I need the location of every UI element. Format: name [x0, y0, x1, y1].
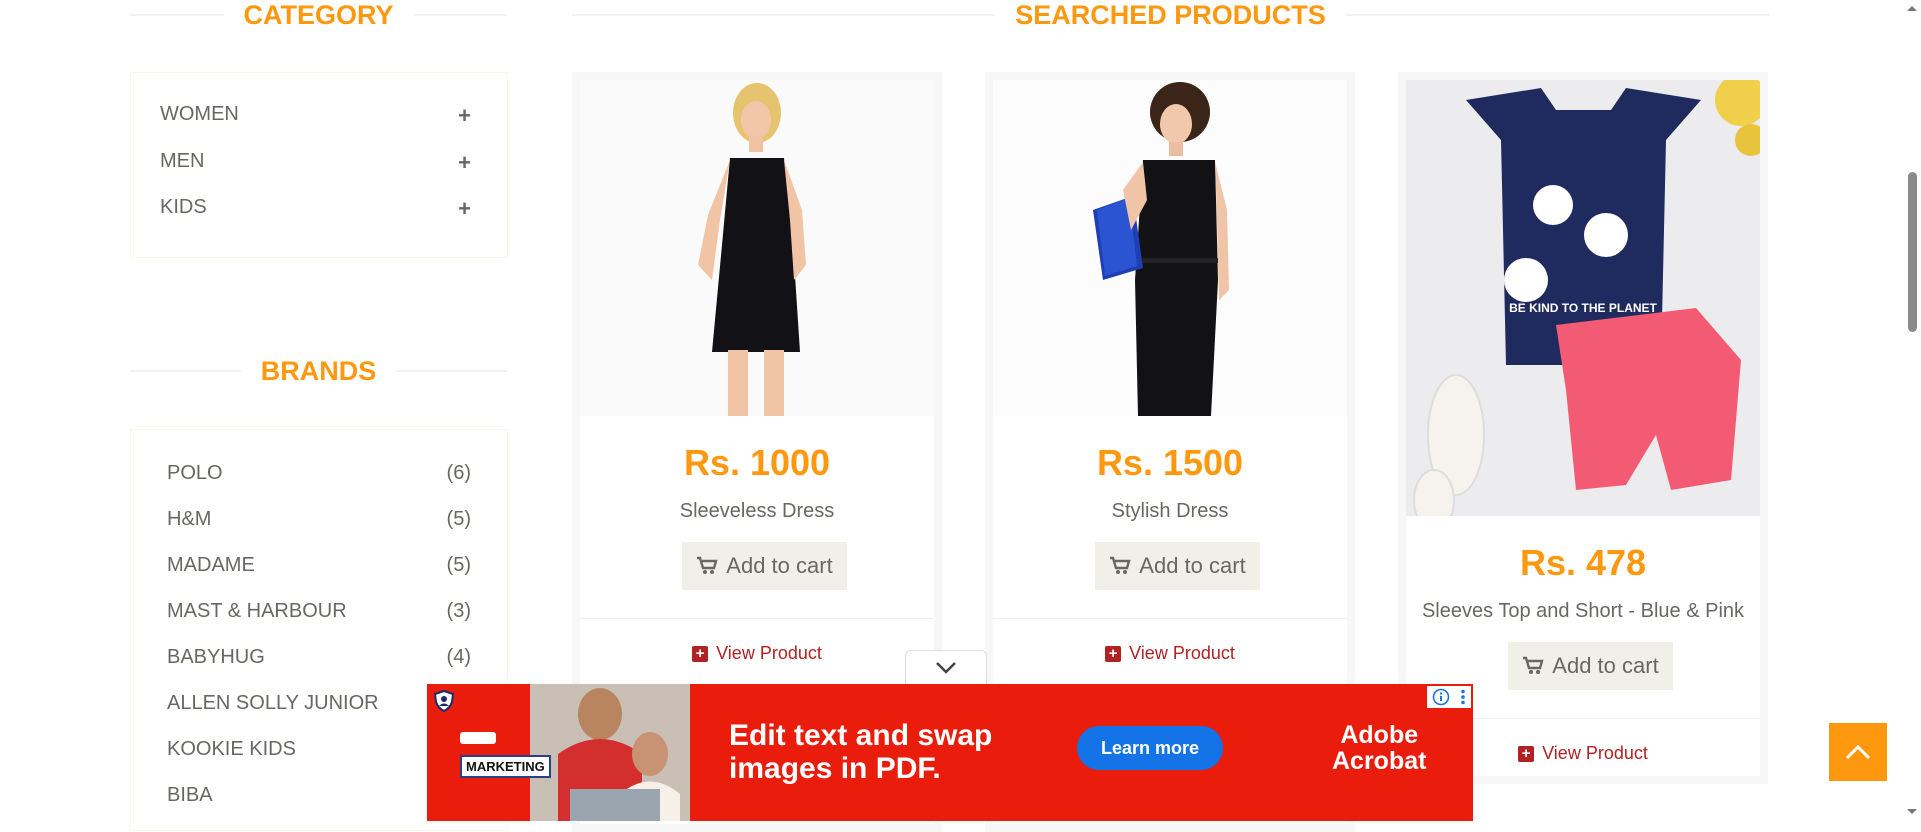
- ad-banner[interactable]: MARKETING Edit text and swap images in P…: [427, 684, 1473, 821]
- brand-item-polo[interactable]: POLO (6): [167, 462, 471, 485]
- category-item-men[interactable]: MEN +: [160, 150, 471, 176]
- plus-square-icon: +: [1105, 645, 1122, 662]
- ad-headline-line-1: Edit text and swap: [729, 719, 993, 752]
- plus-square-icon: +: [692, 645, 709, 662]
- ad-headline: Edit text and swap images in PDF.: [729, 719, 992, 785]
- learn-more-button[interactable]: Learn more: [1077, 726, 1223, 770]
- ad-tag-label: MARKETING: [460, 755, 551, 778]
- shirt-print-text: BE KIND TO THE PLANET: [1509, 301, 1657, 315]
- brand-name: POLO: [167, 462, 223, 484]
- brand-line-1: Adobe: [1340, 721, 1419, 749]
- product-card: BE KIND TO THE PLANET Rs. 478 Sleeves To…: [1398, 72, 1768, 784]
- brand-name: MADAME: [167, 554, 255, 576]
- cart-icon: [1523, 656, 1544, 674]
- brand-item-allen-solly-junior[interactable]: ALLEN SOLLY JUNIOR: [167, 692, 471, 715]
- category-item-women[interactable]: WOMEN +: [160, 103, 471, 129]
- brand-count: (5): [446, 554, 471, 576]
- brand-name: ALLEN SOLLY JUNIOR: [167, 692, 379, 714]
- brand-line-2: Acrobat: [1332, 747, 1427, 775]
- brand-name: BIBA: [167, 784, 213, 806]
- category-label: WOMEN: [160, 103, 239, 125]
- add-to-cart-label: Add to cart: [726, 553, 833, 578]
- product-image[interactable]: [580, 80, 934, 416]
- scroll-to-top-button[interactable]: [1829, 723, 1887, 781]
- brand-item-biba[interactable]: BIBA: [167, 784, 471, 807]
- brand-count: (4): [446, 646, 471, 668]
- ad-info-controls: [1427, 686, 1471, 708]
- ad-collapse-button[interactable]: [905, 650, 987, 684]
- product-name: Stylish Dress: [1111, 500, 1229, 522]
- plus-icon[interactable]: +: [458, 103, 471, 129]
- plus-icon[interactable]: +: [458, 196, 471, 222]
- brand-item-kookie-kids[interactable]: KOOKIE KIDS: [167, 738, 471, 761]
- category-panel: WOMEN + MEN + KIDS +: [130, 72, 508, 258]
- product-price: Rs. 1000: [683, 442, 831, 483]
- brand-count: (3): [446, 600, 471, 622]
- brand-item-babyhug[interactable]: BABYHUG (4): [167, 646, 471, 669]
- brands-heading: BRANDS: [130, 356, 508, 386]
- product-name: Sleeves Top and Short - Blue & Pink: [1421, 600, 1745, 622]
- view-product-label: View Product: [716, 643, 822, 663]
- product-price: Rs. 478: [1519, 542, 1647, 583]
- brand-item-mast-harbour[interactable]: MAST & HARBOUR (3): [167, 600, 471, 623]
- brand-item-hm[interactable]: H&M (5): [167, 508, 471, 531]
- chevron-down-icon: [936, 661, 956, 674]
- card-divider: [993, 618, 1347, 619]
- brand-count: (6): [446, 462, 471, 484]
- cart-icon: [697, 556, 718, 574]
- view-product-label: View Product: [1129, 643, 1235, 663]
- searched-products-heading: SEARCHED PRODUCTS: [572, 0, 1769, 30]
- scroll-up-arrow-icon[interactable]: [1903, 2, 1921, 14]
- brand-name: MAST & HARBOUR: [167, 600, 347, 622]
- add-to-cart-label: Add to cart: [1552, 653, 1659, 678]
- category-item-kids[interactable]: KIDS +: [160, 196, 471, 222]
- product-price: Rs. 1500: [1096, 442, 1244, 483]
- brand-count: (5): [446, 508, 471, 530]
- chevron-up-icon: [1845, 744, 1871, 760]
- category-label: MEN: [160, 150, 205, 172]
- product-image[interactable]: [993, 80, 1347, 416]
- scrollbar[interactable]: [1903, 0, 1921, 821]
- plus-icon[interactable]: +: [458, 150, 471, 176]
- scroll-down-arrow-icon[interactable]: [1903, 806, 1921, 818]
- view-product-label: View Product: [1542, 743, 1648, 763]
- adchoices-shield-icon: [433, 690, 455, 712]
- brand-item-madame[interactable]: MADAME (5): [167, 554, 471, 577]
- add-to-cart-label: Add to cart: [1139, 553, 1246, 578]
- plus-square-icon: +: [1518, 745, 1535, 762]
- brand-name: BABYHUG: [167, 646, 265, 668]
- add-to-cart-button[interactable]: Add to cart: [1508, 642, 1673, 690]
- add-to-cart-button[interactable]: Add to cart: [1095, 542, 1260, 590]
- add-to-cart-button[interactable]: Add to cart: [682, 542, 847, 590]
- ad-tag-box: [460, 732, 496, 744]
- view-product-link[interactable]: + View Product: [580, 643, 934, 664]
- ad-headline-line-2: images in PDF.: [729, 752, 941, 785]
- cart-icon: [1110, 556, 1131, 574]
- view-product-link[interactable]: + View Product: [993, 643, 1347, 664]
- brand-name: KOOKIE KIDS: [167, 738, 296, 760]
- card-divider: [580, 618, 934, 619]
- product-image[interactable]: BE KIND TO THE PLANET: [1406, 80, 1760, 516]
- scrollbar-thumb[interactable]: [1908, 172, 1917, 332]
- brand-name: H&M: [167, 508, 212, 530]
- more-options-icon[interactable]: [1460, 689, 1466, 705]
- info-icon[interactable]: [1432, 688, 1450, 706]
- adobe-acrobat-logo: Adobe Acrobat: [1332, 722, 1426, 774]
- ad-image: [530, 684, 690, 821]
- product-name: Sleeveless Dress: [679, 500, 835, 522]
- category-label: KIDS: [160, 196, 207, 218]
- category-heading: CATEGORY: [130, 0, 508, 30]
